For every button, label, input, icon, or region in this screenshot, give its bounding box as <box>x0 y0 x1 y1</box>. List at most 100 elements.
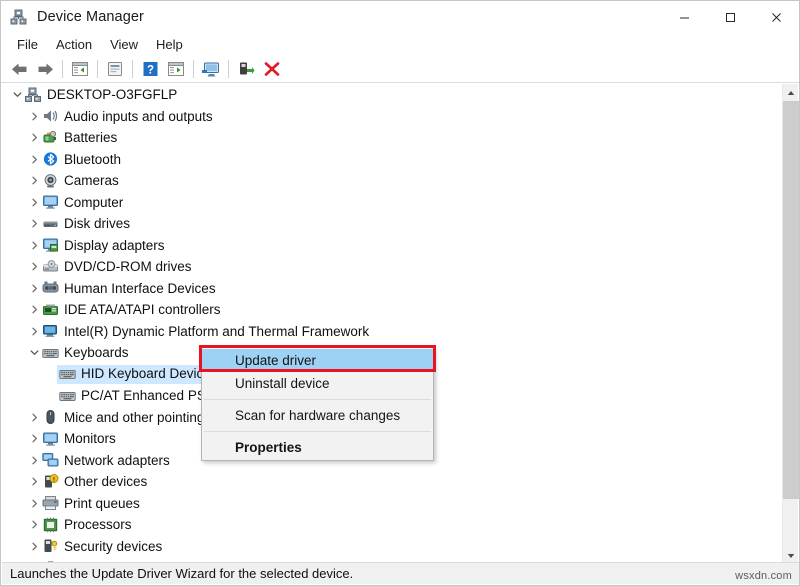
chevron-down-icon[interactable] <box>9 84 25 105</box>
tree-item[interactable]: Security devices <box>2 536 784 558</box>
tree-item-label: Print queues <box>64 495 140 511</box>
chevron-right-icon[interactable] <box>26 493 42 514</box>
tree-item-label: DESKTOP-O3FGFLP <box>47 87 178 103</box>
context-menu[interactable]: Update driver Uninstall device Scan for … <box>201 347 434 461</box>
tree-item-label: Batteries <box>64 130 118 146</box>
monitor-icon <box>42 431 59 447</box>
chevron-right-icon[interactable] <box>26 192 42 213</box>
tree-item[interactable]: Display adapters <box>2 235 784 257</box>
vertical-scrollbar[interactable] <box>782 84 799 564</box>
uninstall-device-icon[interactable] <box>259 57 285 81</box>
tree-item[interactable]: Audio inputs and outputs <box>2 106 784 128</box>
tree-item-content: IDE ATA/ATAPI controllers <box>42 302 227 318</box>
minimize-button[interactable] <box>661 1 707 33</box>
tree-item-content: Monitors <box>42 431 122 447</box>
chevron-right-icon[interactable] <box>26 149 42 170</box>
context-menu-item-properties[interactable]: Properties <box>202 436 433 459</box>
display-adapter-icon <box>42 237 59 253</box>
tree-item-label: DVD/CD-ROM drives <box>64 259 192 275</box>
menu-bar: File Action View Help <box>1 33 799 56</box>
tree-item[interactable]: Batteries <box>2 127 784 149</box>
chevron-right-icon[interactable] <box>26 127 42 148</box>
update-driver-icon[interactable] <box>163 57 189 81</box>
computer-root-icon <box>25 87 42 103</box>
chevron-down-icon[interactable] <box>26 342 42 363</box>
tree-item-content: Batteries <box>42 130 123 146</box>
tree-item-content: Print queues <box>42 495 146 511</box>
close-button[interactable] <box>753 1 799 33</box>
chevron-right-icon[interactable] <box>26 106 42 127</box>
tree-item[interactable]: Processors <box>2 514 784 536</box>
menu-file[interactable]: File <box>8 35 47 55</box>
context-menu-item-update-driver[interactable]: Update driver <box>202 349 433 372</box>
tree-item-content: Processors <box>42 517 138 533</box>
chevron-right-icon[interactable] <box>26 299 42 320</box>
device-manager-icon <box>10 9 27 26</box>
camera-icon <box>42 173 59 189</box>
tree-item[interactable]: DESKTOP-O3FGFLP <box>2 84 784 106</box>
context-menu-item-label: Scan for hardware changes <box>235 408 401 423</box>
scroll-up-arrow-icon[interactable] <box>783 84 799 101</box>
tree-item[interactable]: DVD/CD-ROM drives <box>2 256 784 278</box>
chevron-right-icon[interactable] <box>26 407 42 428</box>
tree-item-label: IDE ATA/ATAPI controllers <box>64 302 221 318</box>
tree-item-label: Bluetooth <box>64 151 122 167</box>
menu-view[interactable]: View <box>101 35 147 55</box>
tree-item-content: Audio inputs and outputs <box>42 108 219 124</box>
forward-arrow-icon[interactable] <box>32 57 58 81</box>
title-bar: Device Manager <box>1 1 799 33</box>
chevron-right-icon[interactable] <box>26 514 42 535</box>
tree-item-content: Mice and other pointing <box>42 409 210 425</box>
tree-item-label: Keyboards <box>64 345 129 361</box>
keyboard-icon <box>59 388 76 404</box>
menu-help[interactable]: Help <box>147 35 192 55</box>
context-menu-item-scan-for-hardware-changes[interactable]: Scan for hardware changes <box>202 404 433 427</box>
chevron-right-icon[interactable] <box>26 471 42 492</box>
tree-item-content: Bluetooth <box>42 151 127 167</box>
tree-item-label: Computer <box>64 194 124 210</box>
context-menu-separator <box>204 431 431 432</box>
tree-item[interactable]: ! Other devices <box>2 471 784 493</box>
tree-item[interactable]: Human Interface Devices <box>2 278 784 300</box>
chevron-right-icon[interactable] <box>26 536 42 557</box>
tree-item[interactable]: Intel(R) Dynamic Platform and Thermal Fr… <box>2 321 784 343</box>
network-adapter-icon <box>42 452 59 468</box>
tree-item[interactable]: Print queues <box>2 493 784 515</box>
chevron-right-icon[interactable] <box>26 428 42 449</box>
tree-item-content: DESKTOP-O3FGFLP <box>25 87 183 103</box>
device-tree[interactable]: DESKTOP-O3FGFLP Audio inputs and outputs B… <box>2 84 785 564</box>
maximize-button[interactable] <box>707 1 753 33</box>
tree-item[interactable]: Disk drives <box>2 213 784 235</box>
toolbar-separator <box>228 60 229 78</box>
context-menu-separator <box>204 399 431 400</box>
scan-for-hardware-changes-icon[interactable] <box>198 57 224 81</box>
tree-item[interactable]: IDE ATA/ATAPI controllers <box>2 299 784 321</box>
tree-item[interactable]: Bluetooth <box>2 149 784 171</box>
battery-icon <box>42 130 59 146</box>
chevron-right-icon[interactable] <box>26 256 42 277</box>
toolbar: ? <box>1 56 799 83</box>
show-hide-console-tree-icon[interactable] <box>67 57 93 81</box>
tree-item-label: Intel(R) Dynamic Platform and Thermal Fr… <box>64 323 370 339</box>
printer-icon <box>42 495 59 511</box>
properties-icon[interactable] <box>102 57 128 81</box>
chevron-right-icon[interactable] <box>26 450 42 471</box>
context-menu-item-uninstall-device[interactable]: Uninstall device <box>202 372 433 395</box>
tree-item-label: Network adapters <box>64 452 170 468</box>
help-icon[interactable]: ? <box>137 57 163 81</box>
chevron-right-icon[interactable] <box>26 213 42 234</box>
tree-item[interactable]: Cameras <box>2 170 784 192</box>
chevron-right-icon[interactable] <box>26 170 42 191</box>
scrollbar-thumb[interactable] <box>783 101 799 499</box>
dvd-drive-icon <box>42 259 59 275</box>
back-arrow-icon[interactable] <box>6 57 32 81</box>
menu-action[interactable]: Action <box>47 35 101 55</box>
tree-item-content: HID Keyboard Device <box>57 364 222 384</box>
chevron-right-icon[interactable] <box>26 235 42 256</box>
tree-item[interactable]: Computer <box>2 192 784 214</box>
keyboard-icon <box>42 345 59 361</box>
enable-device-icon[interactable] <box>233 57 259 81</box>
chevron-right-icon[interactable] <box>26 321 42 342</box>
tree-item-label: Cameras <box>64 173 119 189</box>
chevron-right-icon[interactable] <box>26 278 42 299</box>
